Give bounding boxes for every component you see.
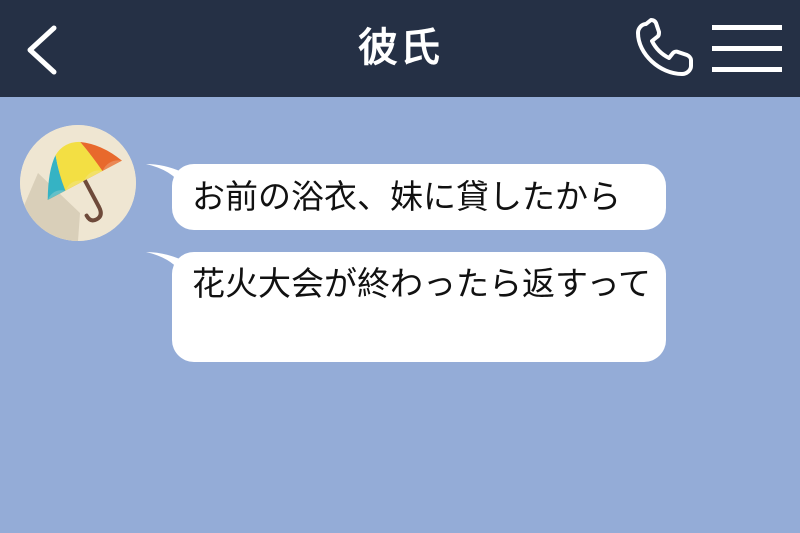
phone-icon[interactable] [632, 18, 698, 80]
contact-avatar[interactable] [20, 125, 136, 241]
hamburger-menu-icon[interactable] [710, 22, 784, 76]
message-text: 花火大会が終わったら返すって [192, 264, 652, 303]
message-text: お前の浴衣、妹に貸したから [192, 177, 621, 216]
chat-header: 彼氏 [0, 0, 800, 97]
call-button[interactable] [632, 18, 698, 80]
message-bubble[interactable]: 花火大会が終わったら返すって [172, 252, 666, 362]
umbrella-icon [20, 125, 136, 241]
message-bubble[interactable]: お前の浴衣、妹に貸したから [172, 164, 666, 230]
menu-button[interactable] [710, 22, 784, 76]
